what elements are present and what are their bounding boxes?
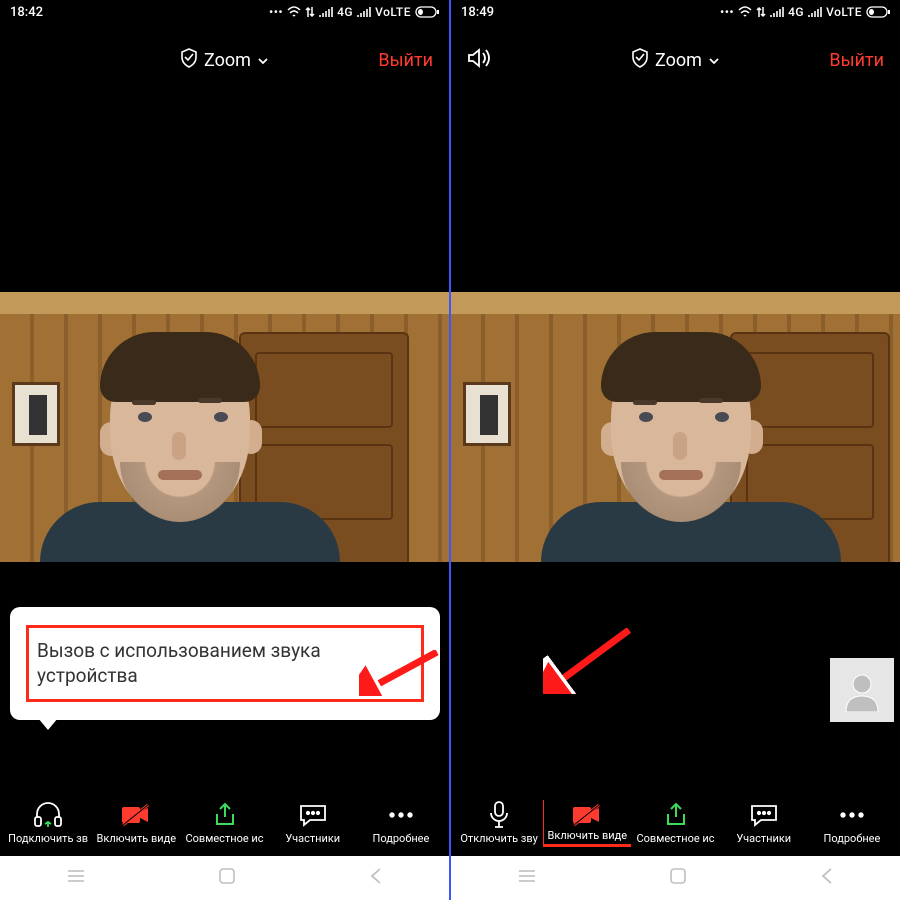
more-button[interactable]: Подробнее <box>808 801 896 845</box>
nav-back-button[interactable] <box>820 867 834 889</box>
android-nav-bar <box>451 856 900 900</box>
share-icon <box>211 801 239 829</box>
toolbar-label: Включить виде <box>97 832 177 845</box>
participants-button[interactable]: Участники <box>269 801 357 845</box>
android-nav-bar <box>0 856 449 900</box>
status-indicators: ••• 4G VoLTE <box>269 5 439 19</box>
annotation-highlight: Вызов с использованием звука устройства <box>26 625 424 702</box>
shield-icon <box>180 48 198 73</box>
chevron-down-icon <box>257 50 269 71</box>
status-bar: 18:49 ••• 4G VoLTE <box>451 0 900 24</box>
share-icon <box>662 801 690 829</box>
battery-icon <box>866 6 890 18</box>
phone-screenshot-right: 18:49 ••• 4G VoLTE <box>451 0 900 900</box>
phone-screenshot-left: 18:42 ••• 4G VoLTE <box>0 0 449 900</box>
avatar-icon <box>840 668 884 712</box>
audio-call-popup[interactable]: Вызов с использованием звука устройства <box>10 607 440 720</box>
video-area[interactable]: Вызов с использованием звука устройства <box>0 96 449 792</box>
toolbar-label: Отключить зву <box>460 832 538 845</box>
meeting-header: Zoom Выйти <box>451 24 900 96</box>
more-icon <box>838 801 866 829</box>
toolbar-label: Участники <box>736 832 791 845</box>
nav-recents-button[interactable] <box>517 868 537 888</box>
network-label: 4G <box>337 5 353 19</box>
mute-audio-button[interactable]: Отключить зву <box>455 801 543 845</box>
video-off-icon <box>548 801 628 829</box>
status-bar: 18:42 ••• 4G VoLTE <box>0 0 449 24</box>
volte-label: VoLTE <box>375 5 411 19</box>
battery-icon <box>415 6 439 18</box>
signal-icon <box>319 6 333 18</box>
meeting-title: Zoom <box>204 50 251 71</box>
share-button[interactable]: Совместное ис <box>180 801 268 845</box>
status-time: 18:42 <box>10 5 43 20</box>
video-off-icon <box>120 801 152 829</box>
self-video-feed <box>451 292 900 562</box>
video-area[interactable] <box>451 96 900 792</box>
data-icon <box>305 6 315 18</box>
self-video-feed <box>0 292 449 562</box>
meeting-header: Zoom Выйти <box>0 24 449 96</box>
status-indicators: ••• 4G VoLTE <box>720 5 890 19</box>
dots-icon: ••• <box>720 5 734 19</box>
microphone-icon <box>488 801 510 829</box>
more-button[interactable]: Подробнее <box>357 801 445 845</box>
chevron-down-icon <box>708 50 720 71</box>
network-label: 4G <box>788 5 804 19</box>
data-icon <box>756 6 766 18</box>
toolbar-label: Подключить зв <box>8 832 88 845</box>
popup-text: Вызов с использованием звука устройства <box>37 639 321 688</box>
headset-icon <box>33 801 63 829</box>
status-time: 18:49 <box>461 5 494 20</box>
signal-icon-2 <box>357 6 371 18</box>
toolbar-label: Подробнее <box>373 832 430 845</box>
join-audio-button[interactable]: Подключить зв <box>4 801 92 845</box>
leave-button[interactable]: Выйти <box>829 50 884 71</box>
toolbar-label: Подробнее <box>824 832 881 845</box>
more-icon <box>387 801 415 829</box>
toolbar-label: Включить виде <box>548 829 628 842</box>
toolbar-label: Совместное ис <box>636 832 714 845</box>
participants-button[interactable]: Участники <box>720 801 808 845</box>
nav-back-button[interactable] <box>369 867 383 889</box>
annotation-arrow-icon <box>543 628 631 694</box>
meeting-title: Zoom <box>655 50 702 71</box>
signal-icon-2 <box>808 6 822 18</box>
wifi-icon <box>287 6 301 18</box>
toolbar-label: Совместное ис <box>185 832 263 845</box>
nav-home-button[interactable] <box>218 867 236 889</box>
shield-icon <box>631 48 649 73</box>
signal-icon <box>770 6 784 18</box>
wifi-icon <box>738 6 752 18</box>
nav-home-button[interactable] <box>669 867 687 889</box>
meeting-toolbar: Подключить зв Включить виде Совместное и… <box>0 792 449 856</box>
chat-icon <box>298 801 328 829</box>
dots-icon: ••• <box>269 5 283 19</box>
start-video-button[interactable]: Включить виде <box>543 800 631 847</box>
nav-recents-button[interactable] <box>66 868 86 888</box>
participant-thumbnail[interactable] <box>830 658 894 722</box>
chat-icon <box>749 801 779 829</box>
volte-label: VoLTE <box>826 5 862 19</box>
leave-button[interactable]: Выйти <box>378 50 433 71</box>
annotation-highlight: Включить виде <box>543 800 631 847</box>
toolbar-label: Участники <box>285 832 340 845</box>
share-button[interactable]: Совместное ис <box>631 801 719 845</box>
start-video-button[interactable]: Включить виде <box>92 801 180 845</box>
meeting-toolbar: Отключить зву Включить виде Совместное и… <box>451 792 900 856</box>
